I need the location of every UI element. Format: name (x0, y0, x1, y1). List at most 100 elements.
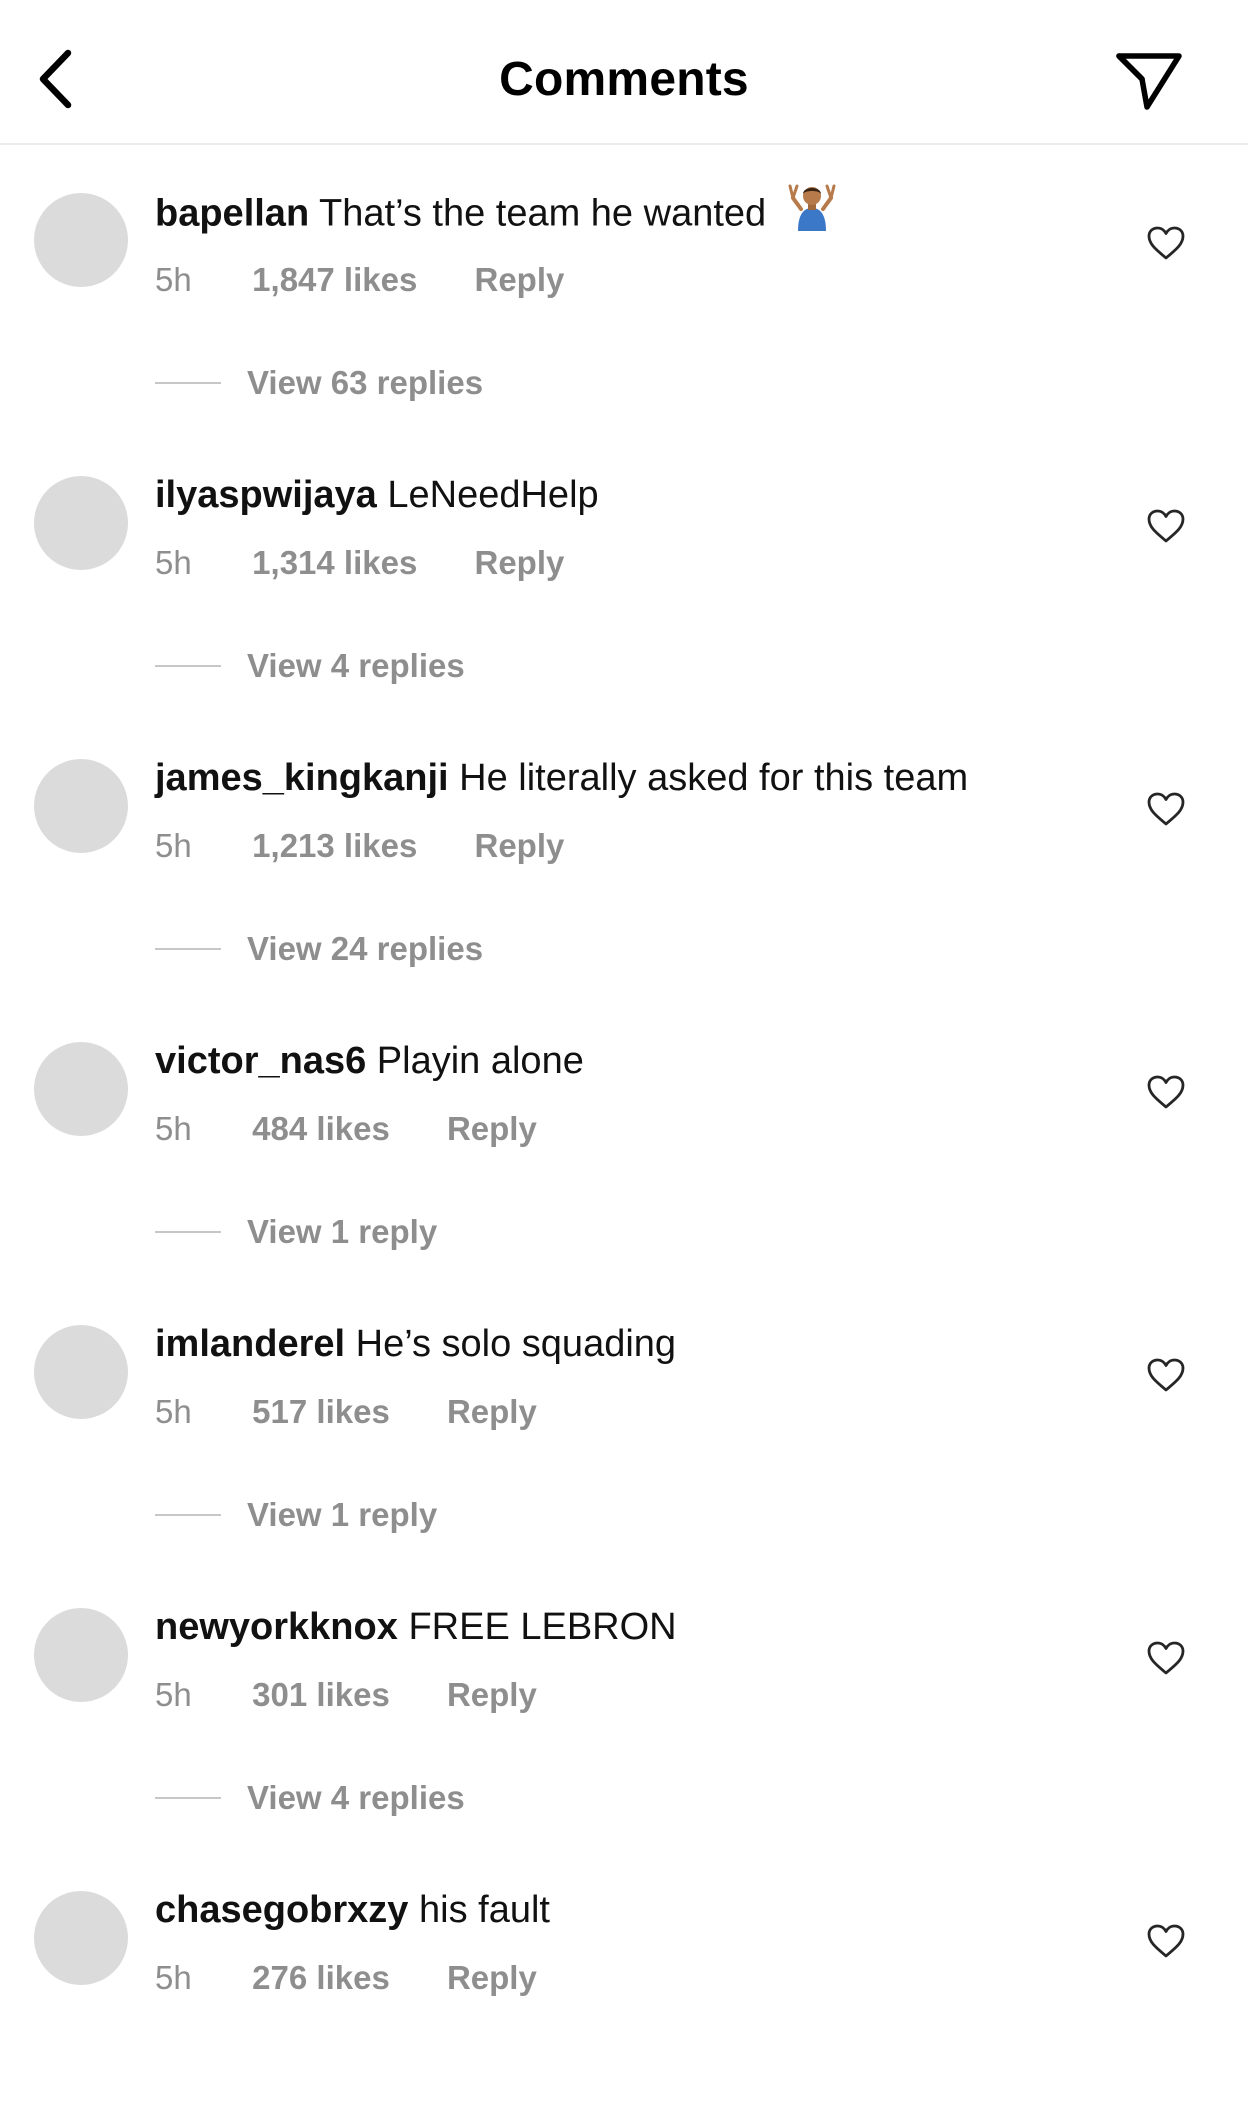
like-button[interactable] (1145, 1638, 1187, 1678)
view-replies-button[interactable]: View 4 replies (155, 646, 465, 686)
comment-time: 5h (155, 1676, 192, 1713)
heart-icon (1147, 226, 1185, 260)
comment-time: 5h (155, 827, 192, 864)
username[interactable]: imlanderel (155, 1323, 345, 1365)
like-button[interactable] (1145, 789, 1187, 829)
reply-button[interactable]: Reply (447, 1109, 537, 1149)
comment-text: That’s the team he wanted (319, 192, 767, 235)
comment-line: bapellan That’s the team he wanted (155, 184, 837, 244)
comment-text: Playin alone (376, 1040, 584, 1082)
send-button[interactable] (1112, 48, 1186, 114)
comment-meta: 5h 1,847 likes Reply (155, 260, 564, 300)
comment-item: newyorkknox FREE LEBRON 5h 301 likes Rep… (0, 1560, 1248, 1843)
replies-divider (155, 1231, 221, 1233)
avatar[interactable] (34, 1042, 128, 1136)
heart-icon (1147, 792, 1185, 826)
person-shrugging-emoji-icon (787, 181, 837, 244)
reply-button[interactable]: Reply (447, 1675, 537, 1715)
like-button[interactable] (1145, 223, 1187, 263)
comment-line: newyorkknox FREE LEBRON (155, 1602, 677, 1652)
comment-line: james_kingkanji He literally asked for t… (155, 753, 968, 803)
comment-time: 5h (155, 544, 192, 581)
comment-meta: 5h 517 likes Reply (155, 1392, 537, 1432)
view-replies-button[interactable]: View 4 replies (155, 1778, 465, 1818)
comment-item: victor_nas6 Playin alone 5h 484 likes Re… (0, 994, 1248, 1277)
like-button[interactable] (1145, 1921, 1187, 1961)
view-replies-button[interactable]: View 1 reply (155, 1212, 437, 1252)
heart-icon (1147, 1924, 1185, 1958)
username[interactable]: james_kingkanji (155, 757, 449, 799)
username[interactable]: ilyaspwijaya (155, 474, 377, 516)
comment-item: bapellan That’s the team he wanted 5h 1,… (0, 145, 1248, 428)
like-button[interactable] (1145, 1072, 1187, 1112)
comment-item: ilyaspwijaya LeNeedHelp 5h 1,314 likes R… (0, 428, 1248, 711)
header-bar: Comments (0, 0, 1248, 145)
comment-meta: 5h 484 likes Reply (155, 1109, 537, 1149)
likes-count[interactable]: 301 likes (252, 1675, 390, 1715)
reply-button[interactable]: Reply (447, 1392, 537, 1432)
paper-plane-icon (1116, 53, 1182, 110)
view-replies-button[interactable]: View 1 reply (155, 1495, 437, 1535)
likes-count[interactable]: 484 likes (252, 1109, 390, 1149)
view-replies-label: View 1 reply (247, 1496, 438, 1533)
comment-line: chasegobrxzy his fault (155, 1885, 550, 1935)
avatar[interactable] (34, 193, 128, 287)
view-replies-label: View 63 replies (247, 364, 484, 401)
avatar[interactable] (34, 1891, 128, 1985)
heart-icon (1147, 1075, 1185, 1109)
likes-count[interactable]: 276 likes (252, 1958, 390, 1998)
view-replies-button[interactable]: View 63 replies (155, 363, 483, 403)
comment-meta: 5h 276 likes Reply (155, 1958, 537, 1998)
view-replies-label: View 1 reply (247, 1213, 438, 1250)
comment-line: ilyaspwijaya LeNeedHelp (155, 470, 599, 520)
avatar[interactable] (34, 1325, 128, 1419)
replies-divider (155, 665, 221, 667)
comment-time: 5h (155, 261, 192, 298)
avatar[interactable] (34, 476, 128, 570)
username[interactable]: chasegobrxzy (155, 1889, 408, 1931)
reply-button[interactable]: Reply (475, 543, 565, 583)
view-replies-label: View 24 replies (247, 930, 484, 967)
page-title: Comments (499, 53, 749, 106)
likes-count[interactable]: 1,213 likes (252, 826, 417, 866)
comment-item: imlanderel He’s solo squading 5h 517 lik… (0, 1277, 1248, 1560)
reply-button[interactable]: Reply (447, 1958, 537, 1998)
replies-divider (155, 948, 221, 950)
comment-text: his fault (419, 1889, 550, 1931)
comment-meta: 5h 1,314 likes Reply (155, 543, 564, 583)
like-button[interactable] (1145, 1355, 1187, 1395)
comment-text: He literally asked for this team (459, 757, 969, 799)
reply-button[interactable]: Reply (475, 826, 565, 866)
view-replies-label: View 4 replies (247, 1779, 465, 1816)
like-button[interactable] (1145, 506, 1187, 546)
view-replies-button[interactable]: View 24 replies (155, 929, 483, 969)
comment-time: 5h (155, 1959, 192, 1996)
comment-meta: 5h 301 likes Reply (155, 1675, 537, 1715)
comment-time: 5h (155, 1110, 192, 1147)
view-replies-label: View 4 replies (247, 647, 465, 684)
username[interactable]: newyorkknox (155, 1606, 398, 1648)
comment-text: He’s solo squading (355, 1323, 677, 1365)
comments-list: bapellan That’s the team he wanted 5h 1,… (0, 145, 1248, 2126)
reply-button[interactable]: Reply (475, 260, 565, 300)
replies-divider (155, 1797, 221, 1799)
comment-text: LeNeedHelp (387, 474, 599, 516)
likes-count[interactable]: 1,314 likes (252, 543, 417, 583)
comment-text: FREE LEBRON (408, 1606, 677, 1648)
comment-line: victor_nas6 Playin alone (155, 1036, 584, 1086)
avatar[interactable] (34, 759, 128, 853)
comment-meta: 5h 1,213 likes Reply (155, 826, 564, 866)
likes-count[interactable]: 1,847 likes (252, 260, 417, 300)
likes-count[interactable]: 517 likes (252, 1392, 390, 1432)
comment-item: james_kingkanji He literally asked for t… (0, 711, 1248, 994)
comment-line: imlanderel He’s solo squading (155, 1319, 676, 1369)
heart-icon (1147, 509, 1185, 543)
username[interactable]: bapellan (155, 193, 309, 235)
comment-time: 5h (155, 1393, 192, 1430)
heart-icon (1147, 1358, 1185, 1392)
heart-icon (1147, 1641, 1185, 1675)
avatar[interactable] (34, 1608, 128, 1702)
replies-divider (155, 382, 221, 384)
replies-divider (155, 1514, 221, 1516)
username[interactable]: victor_nas6 (155, 1040, 366, 1082)
